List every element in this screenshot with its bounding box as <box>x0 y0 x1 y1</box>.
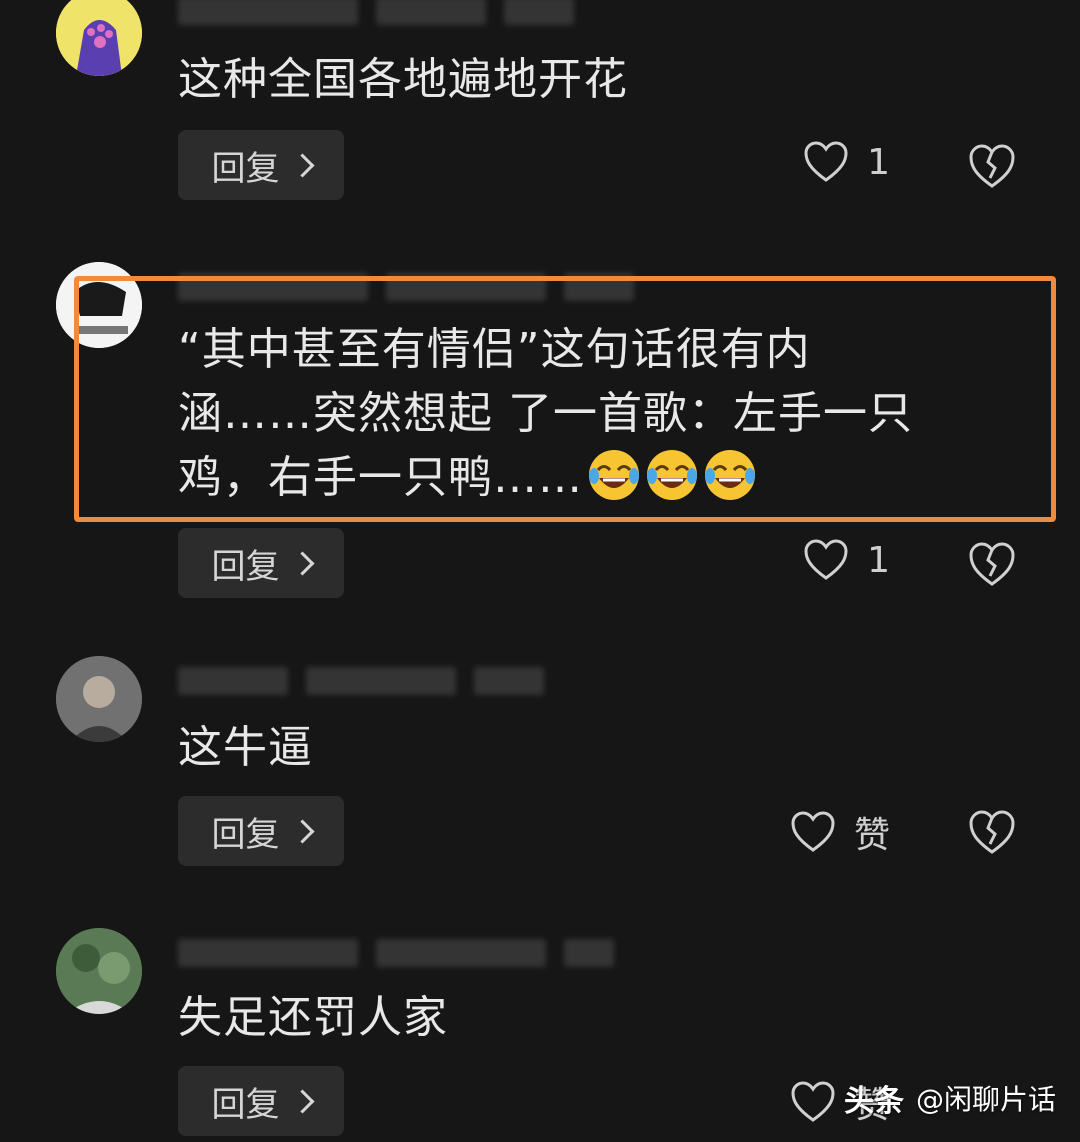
heart-outline-icon <box>791 811 835 852</box>
username-blurred <box>178 938 614 968</box>
like-label: 赞 <box>853 815 890 856</box>
chevron-right-icon <box>289 818 315 844</box>
reply-label: 回复 <box>211 1084 280 1125</box>
broken-heart-icon[interactable] <box>968 808 1016 856</box>
reply-button[interactable]: 回复 <box>178 528 344 598</box>
paw-avatar-icon <box>56 0 142 76</box>
avatar-image-icon <box>56 656 142 742</box>
avatar[interactable] <box>56 656 142 742</box>
broken-heart-icon[interactable] <box>968 142 1016 190</box>
laughing-tears-emoji <box>705 450 755 500</box>
comment-text: 这种全国各地遍地开花 <box>178 54 628 105</box>
watermark: 头条 @闲聊片话 <box>844 1076 1056 1120</box>
reply-label: 回复 <box>211 148 280 189</box>
avatar[interactable] <box>56 928 142 1014</box>
like-count: 1 <box>867 141 890 183</box>
laughing-tears-emoji <box>647 450 697 500</box>
reply-button[interactable]: 回复 <box>178 130 344 200</box>
avatar-image-icon <box>56 262 142 348</box>
avatar[interactable] <box>56 0 142 76</box>
comment-text-line: “其中甚至有情侣”这句话很有内 <box>178 324 811 375</box>
reply-label: 回复 <box>211 814 280 855</box>
heart-outline-icon <box>791 1081 835 1122</box>
comment-text: 失足还罚人家 <box>178 992 448 1043</box>
reply-button[interactable]: 回复 <box>178 796 344 866</box>
comment-text: “其中甚至有情侣”这句话很有内 涵……突然想起 了一首歌：左手一只 鸡，右手一只… <box>178 318 1008 510</box>
broken-heart-icon[interactable] <box>968 540 1016 588</box>
username-blurred <box>178 666 544 696</box>
username-blurred <box>178 272 634 302</box>
chevron-right-icon <box>289 1088 315 1114</box>
username-blurred <box>178 0 574 26</box>
comment-text-line-emoji: 鸡，右手一只鸭…… <box>178 446 1008 510</box>
reply-label: 回复 <box>211 546 280 587</box>
chevron-right-icon <box>289 152 315 178</box>
comment-text-line: 鸡，右手一只鸭…… <box>178 452 583 503</box>
avatar[interactable] <box>56 262 142 348</box>
like-button[interactable]: 1 <box>803 538 890 582</box>
like-button[interactable]: 1 <box>803 140 890 184</box>
heart-outline-icon <box>804 141 848 182</box>
like-button[interactable]: 赞 <box>790 806 890 858</box>
reply-button[interactable]: 回复 <box>178 1066 344 1136</box>
laughing-tears-emoji <box>589 450 639 500</box>
watermark-handle: @闲聊片话 <box>915 1083 1056 1116</box>
comment-text: 这牛逼 <box>178 722 313 773</box>
watermark-brand: 头条 <box>843 1084 904 1119</box>
comment-text-line: 涵……突然想起 了一首歌：左手一只 <box>178 388 913 439</box>
avatar-image-icon <box>56 928 142 1014</box>
like-count: 1 <box>867 539 890 581</box>
chevron-right-icon <box>289 550 315 576</box>
heart-outline-icon <box>804 539 848 580</box>
